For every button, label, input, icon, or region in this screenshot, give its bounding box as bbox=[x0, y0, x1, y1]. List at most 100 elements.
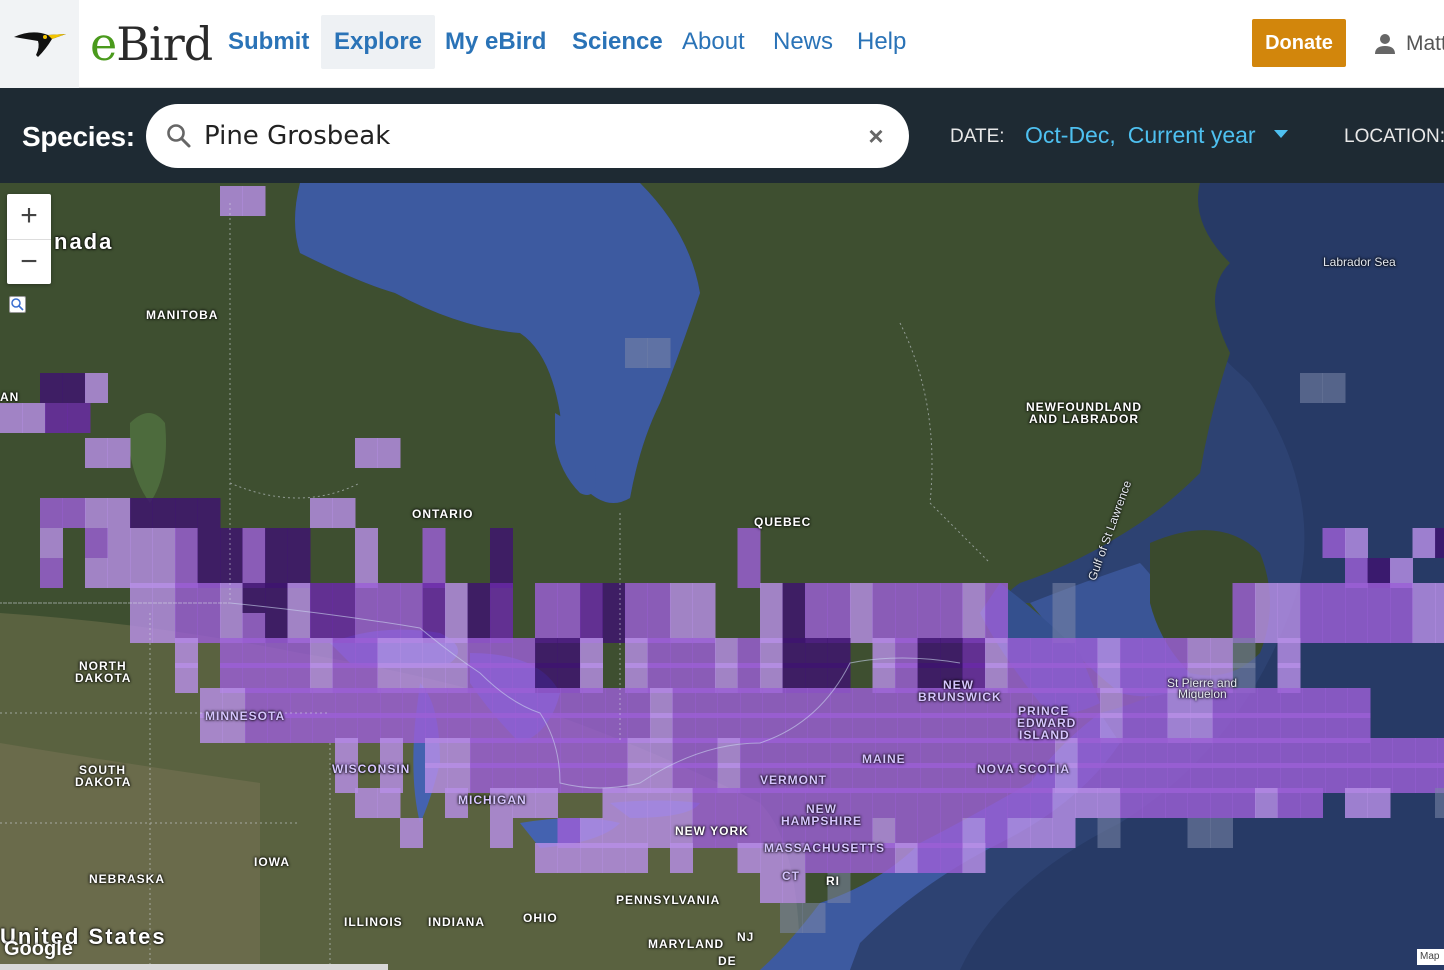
range-cell[interactable] bbox=[692, 788, 716, 818]
range-cell[interactable] bbox=[1345, 613, 1368, 643]
range-cell[interactable] bbox=[1412, 613, 1436, 643]
range-cell[interactable] bbox=[40, 373, 63, 403]
range-cell[interactable] bbox=[1300, 583, 1323, 613]
range-cell[interactable] bbox=[290, 713, 313, 743]
range-cell[interactable] bbox=[557, 583, 581, 613]
range-cell[interactable] bbox=[535, 583, 558, 613]
nav-my-ebird[interactable]: My eBird bbox=[432, 15, 559, 69]
range-cell[interactable] bbox=[940, 583, 963, 613]
range-cell[interactable] bbox=[602, 583, 626, 613]
range-cell[interactable] bbox=[1255, 613, 1278, 643]
range-cell[interactable] bbox=[287, 583, 311, 613]
range-cell[interactable] bbox=[1277, 583, 1301, 613]
range-cell[interactable] bbox=[242, 186, 266, 216]
donate-button[interactable]: Donate bbox=[1252, 19, 1346, 67]
range-cell[interactable] bbox=[895, 788, 918, 818]
range-cell[interactable] bbox=[265, 528, 288, 558]
range-cell[interactable] bbox=[625, 583, 648, 613]
range-cell[interactable] bbox=[760, 788, 783, 818]
range-cell[interactable] bbox=[242, 528, 266, 558]
date-selector[interactable]: Oct-Dec, Current year bbox=[1025, 122, 1288, 149]
range-cell[interactable] bbox=[1300, 788, 1323, 818]
range-cell[interactable] bbox=[1097, 788, 1121, 818]
range-cell[interactable] bbox=[802, 903, 826, 933]
range-cell[interactable] bbox=[1187, 818, 1211, 848]
range-cell[interactable] bbox=[940, 788, 963, 818]
range-cell[interactable] bbox=[445, 583, 468, 613]
range-cell[interactable] bbox=[560, 763, 583, 793]
zoom-in-button[interactable]: + bbox=[7, 194, 51, 239]
clear-icon[interactable]: × bbox=[864, 123, 888, 149]
range-cell[interactable] bbox=[425, 763, 448, 793]
range-cell[interactable] bbox=[670, 843, 693, 873]
range-cell[interactable] bbox=[0, 403, 23, 433]
range-cell[interactable] bbox=[355, 583, 378, 613]
range-cell[interactable] bbox=[1322, 528, 1346, 558]
range-cell[interactable] bbox=[985, 583, 1008, 613]
map-data-link[interactable]: Map bbox=[1417, 949, 1444, 965]
range-cell[interactable] bbox=[1322, 613, 1346, 643]
range-cell[interactable] bbox=[1210, 818, 1233, 848]
range-cell[interactable] bbox=[355, 528, 378, 558]
range-cell[interactable] bbox=[580, 583, 603, 613]
range-cell[interactable] bbox=[1322, 583, 1346, 613]
range-cell[interactable] bbox=[1187, 788, 1211, 818]
range-cell[interactable] bbox=[67, 403, 91, 433]
range-cell[interactable] bbox=[152, 528, 176, 558]
range-cell[interactable] bbox=[625, 338, 648, 368]
range-cell[interactable] bbox=[602, 788, 626, 818]
range-cell[interactable] bbox=[175, 583, 198, 613]
range-cell[interactable] bbox=[85, 438, 108, 468]
range-cell[interactable] bbox=[535, 843, 558, 873]
range-cell[interactable] bbox=[220, 583, 243, 613]
species-range-map[interactable]: + − nada MANITOBA AN ONTARIO QUEBEC NEWF… bbox=[0, 183, 1444, 970]
range-cell[interactable] bbox=[1097, 818, 1121, 848]
range-cell[interactable] bbox=[647, 818, 671, 848]
range-cell[interactable] bbox=[580, 843, 603, 873]
range-cell[interactable] bbox=[1435, 583, 1444, 613]
range-cell[interactable] bbox=[872, 583, 896, 613]
range-cell[interactable] bbox=[400, 818, 423, 848]
range-cell[interactable] bbox=[1007, 818, 1031, 848]
range-cell[interactable] bbox=[1435, 613, 1444, 643]
range-cell[interactable] bbox=[1325, 763, 1348, 793]
range-cell[interactable] bbox=[737, 843, 761, 873]
range-cell[interactable] bbox=[22, 403, 46, 433]
range-cell[interactable] bbox=[85, 373, 108, 403]
range-cell[interactable] bbox=[175, 528, 198, 558]
range-cell[interactable] bbox=[1367, 613, 1391, 643]
range-cell[interactable] bbox=[1142, 788, 1166, 818]
nav-explore[interactable]: Explore bbox=[321, 15, 436, 69]
range-cell[interactable] bbox=[1300, 373, 1323, 403]
range-cell[interactable] bbox=[45, 403, 68, 433]
range-cell[interactable] bbox=[242, 583, 266, 613]
range-cell[interactable] bbox=[62, 373, 86, 403]
range-cell[interactable] bbox=[377, 583, 401, 613]
horizontal-scrollbar[interactable] bbox=[0, 964, 388, 970]
range-cell[interactable] bbox=[1392, 763, 1416, 793]
range-cell[interactable] bbox=[332, 498, 356, 528]
range-cell[interactable] bbox=[130, 583, 153, 613]
range-cell[interactable] bbox=[1412, 528, 1436, 558]
range-cell[interactable] bbox=[850, 583, 873, 613]
range-cell[interactable] bbox=[940, 843, 963, 873]
range-cell[interactable] bbox=[780, 903, 803, 933]
range-cell[interactable] bbox=[40, 498, 63, 528]
range-cell[interactable] bbox=[602, 843, 626, 873]
range-cell[interactable] bbox=[782, 583, 806, 613]
range-cell[interactable] bbox=[582, 763, 606, 793]
range-cell[interactable] bbox=[872, 788, 896, 818]
user-menu[interactable]: Matt bbox=[1374, 28, 1444, 60]
range-cell[interactable] bbox=[760, 873, 783, 903]
range-cell[interactable] bbox=[962, 583, 986, 613]
range-cell[interactable] bbox=[467, 583, 491, 613]
range-cell[interactable] bbox=[602, 613, 626, 643]
range-cell[interactable] bbox=[197, 498, 221, 528]
range-cell[interactable] bbox=[917, 788, 941, 818]
range-cell[interactable] bbox=[312, 713, 336, 743]
range-cell[interactable] bbox=[647, 788, 671, 818]
range-cell[interactable] bbox=[175, 498, 198, 528]
range-cell[interactable] bbox=[1075, 788, 1098, 818]
range-cell[interactable] bbox=[535, 788, 558, 818]
range-cell[interactable] bbox=[917, 843, 941, 873]
